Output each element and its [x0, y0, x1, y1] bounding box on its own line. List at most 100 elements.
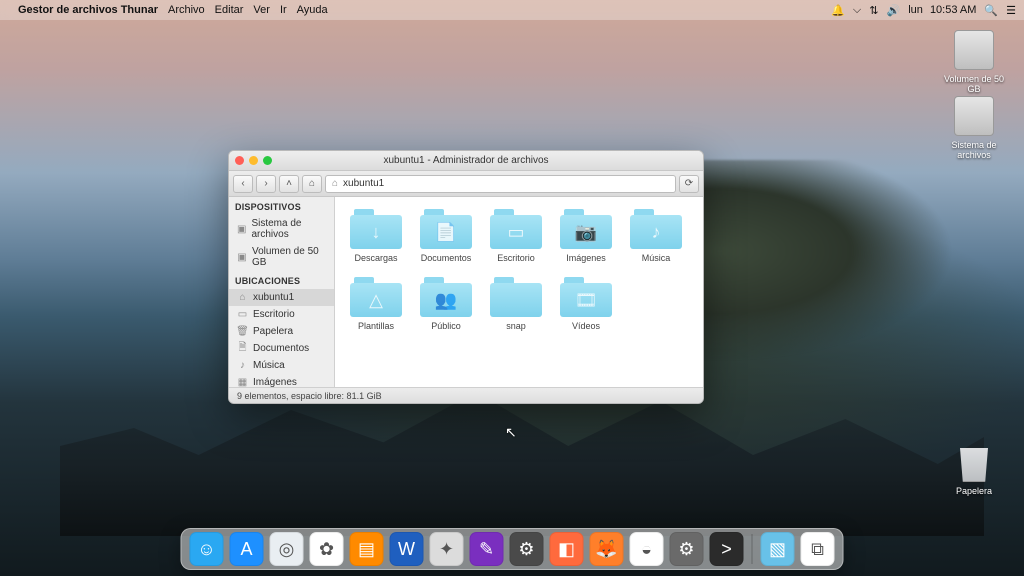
menu-archivo[interactable]: Archivo — [168, 4, 205, 16]
sidebar-item-escritorio[interactable]: ▭ Escritorio — [229, 306, 334, 323]
menu-editar[interactable]: Editar — [215, 4, 244, 16]
dock-terminal-icon[interactable]: > — [710, 532, 744, 566]
dock: ☺A◎✿▤W✦✎⚙◧🦊◒⚙>▧⧉ — [181, 528, 844, 570]
clock[interactable]: lun 10:53 AM — [908, 4, 976, 16]
desktop-icon-label: Papelera — [942, 486, 1006, 496]
window-titlebar[interactable]: xubuntu1 - Administrador de archivos — [229, 151, 703, 171]
content-area[interactable]: ↓Descargas📄Documentos ▭ Escritorio 📷Imágene… — [335, 197, 703, 387]
dock-word-icon[interactable]: W — [390, 532, 424, 566]
sidebar-item-documentos[interactable]: 🗎Documentos — [229, 340, 334, 357]
window-title: xubuntu1 - Administrador de archivos — [383, 155, 548, 166]
dock-appstore-icon[interactable]: A — [230, 532, 264, 566]
path-bar[interactable]: ⌂ xubuntu1 — [325, 175, 676, 193]
sidebar-item-papelera[interactable]: 🗑 Papelera — [229, 323, 334, 340]
folder-icon: ↓ — [350, 209, 402, 249]
desktop-icon: ▭ — [237, 309, 248, 320]
home-icon: ⌂ — [237, 292, 248, 303]
sidebar-item-label: Papelera — [253, 326, 293, 337]
drive-icon: ▣ — [237, 224, 246, 235]
close-button[interactable] — [235, 156, 244, 165]
path-segment: xubuntu1 — [343, 178, 384, 189]
folder-plantillas[interactable]: △Plantillas — [345, 277, 407, 331]
home-icon: ⌂ — [332, 178, 338, 189]
sidebar-item-label: Documentos — [253, 343, 309, 354]
desktop-trash-icon[interactable]: Papelera — [942, 442, 1006, 496]
image-icon: ▦ — [237, 377, 248, 387]
menubar: Gestor de archivos Thunar Archivo Editar V… — [0, 0, 1024, 20]
toolbar: ‹ › ˄ ⌂ ⌂ xubuntu1 ⟳ — [229, 171, 703, 197]
drive-icon — [954, 96, 994, 136]
folder-vídeos[interactable]: 🎞Vídeos — [555, 277, 617, 331]
nav-back-button[interactable]: ‹ — [233, 175, 253, 193]
mouse-cursor: ↖ — [505, 424, 517, 441]
dock-settings2-icon[interactable]: ⚙ — [670, 532, 704, 566]
sidebar-item-xubuntu1[interactable]: ⌂xubuntu1 — [229, 289, 334, 306]
maximize-button[interactable] — [263, 156, 272, 165]
folder-icon: 📷 — [560, 209, 612, 249]
sidebar-item-música[interactable]: ♪Música — [229, 357, 334, 374]
folder-público[interactable]: 👥Público — [415, 277, 477, 331]
folder-grid: ↓Descargas📄Documentos ▭ Escritorio 📷Imágene… — [335, 197, 703, 337]
desktop-icon-label: Volumen de 50 GB — [942, 74, 1006, 94]
folder-icon: ▭ — [490, 209, 542, 249]
folder-escritorio[interactable]: ▭ Escritorio — [485, 209, 547, 263]
menu-icon[interactable]: ☰ — [1006, 4, 1016, 17]
dock-firefox-icon[interactable]: 🦊 — [590, 532, 624, 566]
folder-label: Música — [642, 253, 671, 263]
menu-ver[interactable]: Ver — [253, 4, 270, 16]
search-icon[interactable]: 🔍 — [984, 4, 998, 17]
folder-descargas[interactable]: ↓Descargas — [345, 209, 407, 263]
menu-ir[interactable]: Ir — [280, 4, 287, 16]
sidebar-item-imágenes[interactable]: ▦ Imágenes — [229, 374, 334, 387]
trash-icon — [954, 442, 994, 482]
dock-gallery-icon[interactable]: ▧ — [761, 532, 795, 566]
drive-icon: ▣ — [237, 252, 247, 263]
folder-snap[interactable]: snap — [485, 277, 547, 331]
trash-icon: 🗑 — [237, 326, 248, 337]
dock-ibooks-icon[interactable]: ▤ — [350, 532, 384, 566]
sidebar-item-label: Escritorio — [253, 309, 295, 320]
refresh-button[interactable]: ⟳ — [679, 175, 699, 193]
dock-settings1-icon[interactable]: ⚙ — [510, 532, 544, 566]
dock-safari-icon[interactable]: ◎ — [270, 532, 304, 566]
wifi-icon[interactable]: ⌵ — [853, 4, 861, 17]
sidebar-item-label: Volumen de 50 GB — [252, 246, 328, 268]
dock-krita-icon[interactable]: ✎ — [470, 532, 504, 566]
folder-icon: 📄 — [420, 209, 472, 249]
folder-música[interactable]: ♪Música — [625, 209, 687, 263]
folder-label: Vídeos — [572, 321, 600, 331]
dock-separator — [752, 534, 753, 564]
menu-ayuda[interactable]: Ayuda — [297, 4, 328, 16]
sidebar-item-label: Imágenes — [253, 377, 297, 387]
folder-documentos[interactable]: 📄Documentos — [415, 209, 477, 263]
folder-imágenes[interactable]: 📷Imágenes — [555, 209, 617, 263]
sidebar: DISPOSITIVOS ▣ Sistema de archivos ▣ Volume… — [229, 197, 335, 387]
dock-finder-icon[interactable]: ☺ — [190, 532, 224, 566]
clock-time: 10:53 AM — [930, 4, 976, 16]
sidebar-item-volumen-de-50-gb[interactable]: ▣ Volumen de 50 GB — [229, 243, 334, 271]
dock-store-alt-icon[interactable]: ◧ — [550, 532, 584, 566]
status-bar: 9 elementos, espacio libre: 81.1 GiB — [229, 387, 703, 403]
folder-icon: 👥 — [420, 277, 472, 317]
folder-label: Plantillas — [358, 321, 394, 331]
nav-forward-button[interactable]: › — [256, 175, 276, 193]
nav-up-button[interactable]: ˄ — [279, 175, 299, 193]
sidebar-heading-devices: DISPOSITIVOS — [229, 197, 334, 215]
nav-home-button[interactable]: ⌂ — [302, 175, 322, 193]
dock-onlyoffice-icon[interactable]: ◒ — [630, 532, 664, 566]
desktop-filesystem-icon[interactable]: Sistema de archivos — [942, 96, 1006, 160]
folder-label: snap — [506, 321, 526, 331]
dock-imovie-icon[interactable]: ✦ — [430, 532, 464, 566]
folder-label: Escritorio — [497, 253, 535, 263]
dock-photos-icon[interactable]: ✿ — [310, 532, 344, 566]
dock-screenshot-icon[interactable]: ⧉ — [801, 532, 835, 566]
music-icon: ♪ — [237, 360, 248, 371]
desktop-volume-icon[interactable]: Volumen de 50 GB — [942, 30, 1006, 94]
menubar-app-name[interactable]: Gestor de archivos Thunar — [18, 4, 158, 16]
volume-icon[interactable]: 🔊 — [886, 4, 900, 17]
network-icon[interactable]: ⇅ — [869, 4, 878, 17]
notifications-icon[interactable]: 🔔 — [831, 4, 845, 17]
sidebar-item-sistema-de-archivos[interactable]: ▣ Sistema de archivos — [229, 215, 334, 243]
sidebar-item-label: Sistema de archivos — [251, 218, 328, 240]
minimize-button[interactable] — [249, 156, 258, 165]
